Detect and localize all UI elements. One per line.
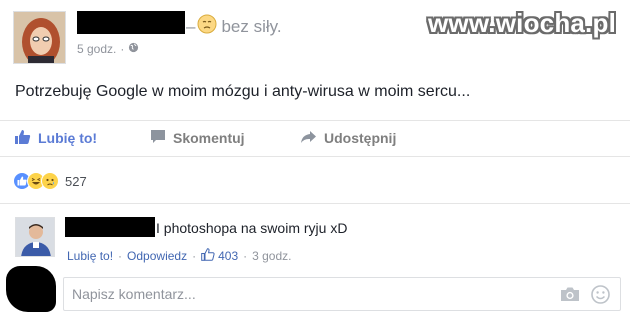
globe-icon [128,42,139,56]
reactions-summary[interactable]: 527 [13,172,87,190]
redacted-commenter-name [65,217,155,237]
divider-top [0,120,630,121]
comment-reply-link[interactable]: Odpowiedz [127,249,187,263]
redacted-user-avatar [6,266,56,312]
feeling-dash: – [186,16,196,36]
divider-comments [0,203,630,204]
camera-icon[interactable] [560,286,580,307]
redacted-author-name [77,11,185,34]
comment-composer[interactable] [63,277,621,311]
comment-separator: · [192,249,197,263]
comment-separator: · [243,249,248,263]
share-arrow-icon [300,130,317,147]
thumbs-up-outline-icon [201,248,215,264]
facebook-post: – bez siły. www.wiocha.pl 5 godz. · Potr… [0,0,630,318]
sad-face-icon [197,14,221,39]
share-button[interactable]: Udostępnij [300,130,396,147]
reaction-count[interactable]: 527 [65,174,87,189]
thumbs-up-icon [14,129,31,148]
feeling-label: bez siły. [221,16,282,36]
post-timestamp[interactable]: 5 godz. [77,42,116,56]
emoji-icon[interactable] [591,285,610,309]
comment-icon [150,129,166,147]
comment-text: I photoshopa na swoim ryju xD [156,220,348,236]
post-body: Potrzebuję Google w moim mózgu i anty-wi… [15,83,471,100]
post-meta: 5 godz. · [77,42,139,56]
action-bar: Lubię to! Skomentuj Udostępnij [0,122,630,154]
comment-meta: Lubię to! · Odpowiedz · 403 · 3 godz. [67,248,292,264]
meta-separator: · [120,42,125,56]
comment-separator: · [118,249,123,263]
comment-time[interactable]: 3 godz. [252,249,291,263]
like-button[interactable]: Lubię to! [14,129,97,148]
comment-likes[interactable]: 403 [201,248,238,264]
watermark: www.wiocha.pl [428,8,616,38]
sad-reaction-icon [41,172,59,190]
comment-like-count: 403 [218,249,239,263]
comment-like-link[interactable]: Lubię to! [67,249,113,263]
comment-input[interactable] [72,278,542,310]
comment-button[interactable]: Skomentuj [150,129,245,147]
author-avatar[interactable] [13,11,66,64]
commenter-avatar[interactable] [15,217,55,257]
like-label: Lubię to! [38,130,98,146]
comment-label: Skomentuj [173,130,245,146]
share-label: Udostępnij [324,130,397,146]
divider-middle [0,156,630,157]
feeling-status: – bez siły. [186,14,282,39]
